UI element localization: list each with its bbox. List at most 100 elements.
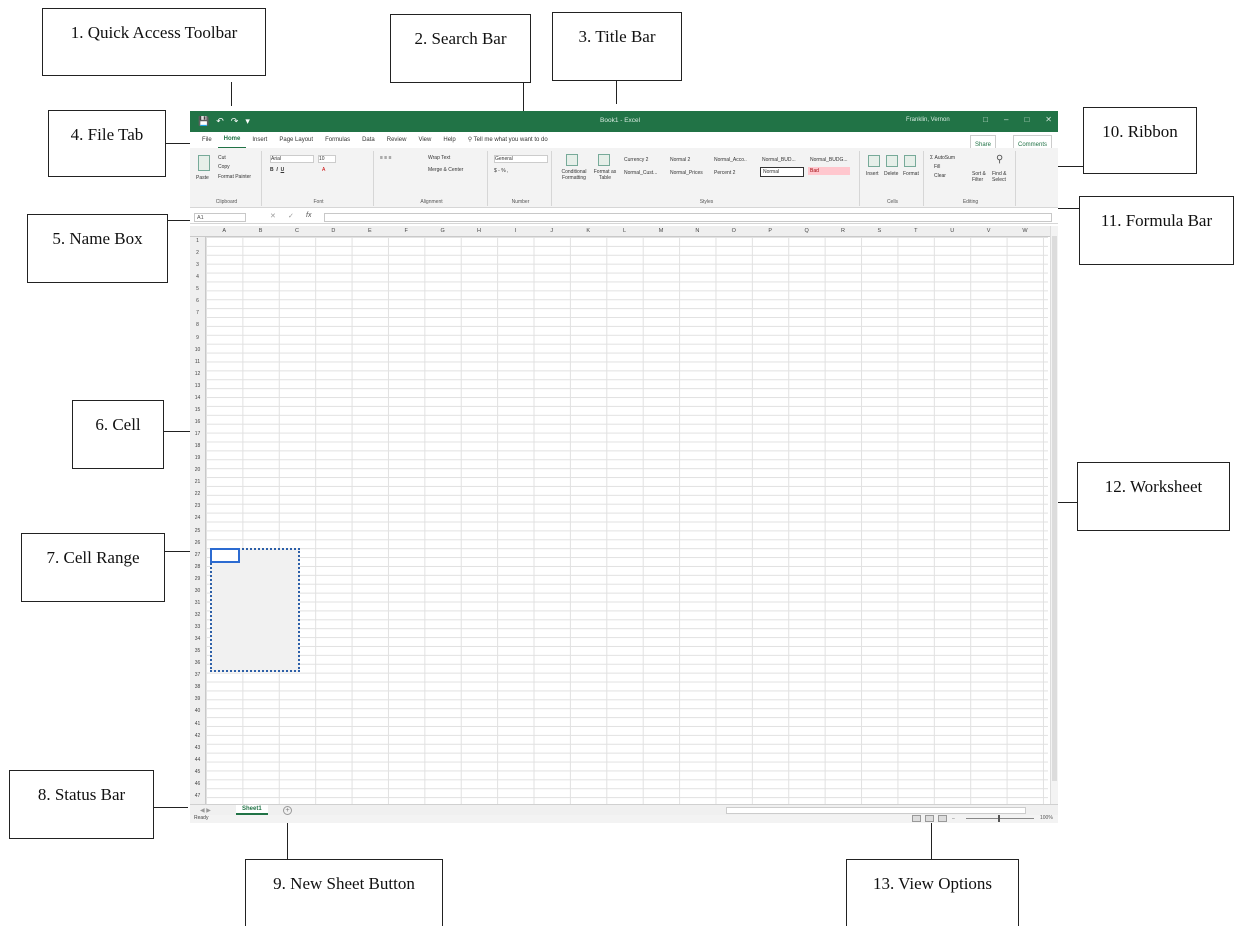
row-header[interactable]: 47	[190, 793, 205, 799]
cell-grid[interactable]	[206, 237, 1048, 804]
redo-icon[interactable]: ↷	[231, 116, 239, 127]
row-header[interactable]: 39	[190, 696, 205, 702]
column-header[interactable]: H	[461, 228, 497, 234]
row-header[interactable]: 40	[190, 708, 205, 714]
row-header[interactable]: 10	[190, 347, 205, 353]
active-cell[interactable]	[210, 548, 240, 563]
name-box[interactable]: A1	[194, 213, 246, 222]
ribbon-display-icon[interactable]: □	[983, 115, 988, 124]
column-header[interactable]: U	[934, 228, 970, 234]
row-header[interactable]: 27	[190, 552, 205, 558]
row-header[interactable]: 25	[190, 528, 205, 534]
row-header[interactable]: 2	[190, 250, 205, 256]
paste-icon[interactable]	[198, 155, 210, 171]
format-button[interactable]: Format	[903, 171, 919, 177]
row-header[interactable]: 33	[190, 624, 205, 630]
paste-button[interactable]: Paste	[196, 175, 209, 181]
style-cell[interactable]: Normal 2	[668, 156, 692, 164]
enter-icon[interactable]: ✓	[288, 212, 294, 220]
horizontal-scrollbar[interactable]	[726, 807, 1026, 814]
merge-center-button[interactable]: Merge & Center	[428, 167, 463, 173]
page-break-view-icon[interactable]	[938, 815, 947, 822]
column-header[interactable]: R	[825, 228, 861, 234]
zoom-slider[interactable]	[966, 818, 1034, 819]
row-header[interactable]: 45	[190, 769, 205, 775]
format-cells-icon[interactable]	[904, 155, 916, 167]
font-name-box[interactable]: Arial	[270, 155, 314, 163]
row-header[interactable]: 18	[190, 443, 205, 449]
function-icon[interactable]: fx	[306, 212, 311, 219]
style-cell-normal[interactable]: Normal	[760, 167, 804, 177]
fill-button[interactable]: Fill	[934, 164, 940, 170]
find-select-button[interactable]: Find & Select	[992, 171, 1014, 183]
tab-insert[interactable]: Insert	[246, 132, 273, 148]
column-header[interactable]: M	[643, 228, 679, 234]
sort-filter-button[interactable]: Sort & Filter	[972, 171, 992, 183]
zoom-slider-knob[interactable]	[998, 815, 1000, 822]
row-header[interactable]: 13	[190, 383, 205, 389]
row-header[interactable]: 43	[190, 745, 205, 751]
row-header[interactable]: 4	[190, 274, 205, 280]
row-header[interactable]: 35	[190, 648, 205, 654]
zoom-out-icon[interactable]: –	[952, 816, 955, 822]
row-header[interactable]: 22	[190, 491, 205, 497]
row-header[interactable]: 24	[190, 515, 205, 521]
column-header[interactable]: D	[315, 228, 351, 234]
conditional-formatting-icon[interactable]	[566, 154, 578, 166]
sheet-tab[interactable]: Sheet1	[236, 805, 268, 815]
close-icon[interactable]: ✕	[1045, 115, 1052, 124]
row-header[interactable]: 41	[190, 721, 205, 727]
column-header[interactable]: S	[861, 228, 897, 234]
row-header[interactable]: 20	[190, 467, 205, 473]
tab-view[interactable]: View	[412, 132, 437, 148]
row-header[interactable]: 42	[190, 733, 205, 739]
row-header[interactable]: 26	[190, 540, 205, 546]
tab-formulas[interactable]: Formulas	[319, 132, 356, 148]
search-magnifier-icon[interactable]: ⚲	[996, 154, 1003, 165]
row-header[interactable]: 16	[190, 419, 205, 425]
column-header[interactable]: B	[242, 228, 278, 234]
page-layout-view-icon[interactable]	[925, 815, 934, 822]
tab-review[interactable]: Review	[381, 132, 413, 148]
delete-cells-icon[interactable]	[886, 155, 898, 167]
format-painter-button[interactable]: Format Painter	[218, 174, 251, 180]
style-cell[interactable]: Currency 2	[622, 156, 650, 164]
column-header[interactable]: N	[679, 228, 715, 234]
conditional-formatting-button[interactable]: Conditional Formatting	[556, 169, 592, 181]
row-header[interactable]: 1	[190, 238, 205, 244]
formula-input[interactable]	[324, 213, 1052, 222]
column-header[interactable]: E	[352, 228, 388, 234]
clear-button[interactable]: Clear	[934, 173, 946, 179]
cell-range[interactable]	[210, 548, 300, 672]
column-header[interactable]: F	[388, 228, 424, 234]
format-as-table-button[interactable]: Format as Table	[592, 169, 618, 181]
row-header[interactable]: 15	[190, 407, 205, 413]
new-sheet-button[interactable]: +	[283, 806, 292, 815]
row-header[interactable]: 6	[190, 298, 205, 304]
style-cell-bad[interactable]: Bad	[808, 167, 850, 175]
row-header[interactable]: 21	[190, 479, 205, 485]
row-header[interactable]: 46	[190, 781, 205, 787]
column-header[interactable]: T	[898, 228, 934, 234]
row-header[interactable]: 28	[190, 564, 205, 570]
column-header[interactable]: L	[606, 228, 642, 234]
column-header[interactable]: W	[1007, 228, 1043, 234]
row-header[interactable]: 12	[190, 371, 205, 377]
row-header[interactable]: 8	[190, 322, 205, 328]
tab-page-layout[interactable]: Page Layout	[273, 132, 319, 148]
row-header[interactable]: 17	[190, 431, 205, 437]
column-header[interactable]: V	[970, 228, 1006, 234]
row-header[interactable]: 23	[190, 503, 205, 509]
column-header[interactable]: C	[279, 228, 315, 234]
row-header[interactable]: 44	[190, 757, 205, 763]
number-symbols[interactable]: $ - % ,	[494, 168, 508, 174]
font-color-icon[interactable]: A	[322, 167, 325, 173]
column-header[interactable]: G	[424, 228, 460, 234]
column-header[interactable]: J	[534, 228, 570, 234]
number-format-box[interactable]: General	[494, 155, 548, 163]
insert-cells-icon[interactable]	[868, 155, 880, 167]
customize-toolbar-icon[interactable]: ▾	[245, 116, 250, 127]
row-header[interactable]: 3	[190, 262, 205, 268]
row-header[interactable]: 36	[190, 660, 205, 666]
align-icons[interactable]: ≡ ≡ ≡	[380, 155, 392, 161]
